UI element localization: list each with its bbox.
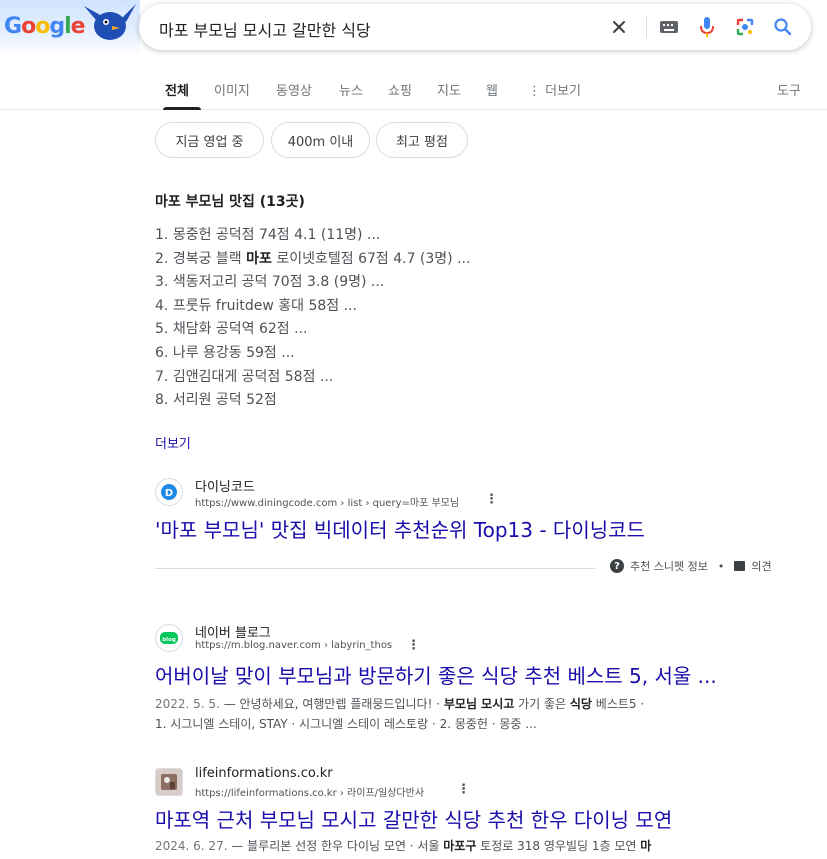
list-number: 4. — [155, 297, 169, 314]
site-name[interactable]: 다이닝코드 — [195, 476, 255, 495]
desc-text: 가기 좋은 — [514, 697, 570, 711]
list-number: 1. — [155, 227, 169, 243]
list-number: 5. — [155, 321, 169, 338]
separator-dot: • — [717, 559, 725, 573]
list-item: 2. 경복궁 블랙 마포 로이넷호텔점 67점 4.7 (3명) ... — [155, 248, 470, 272]
list-text: 경복궁 블랙 — [172, 250, 247, 267]
divider — [155, 568, 595, 569]
active-tab-indicator — [163, 107, 201, 110]
snippet-info-link[interactable]: 추천 스니펫 정보 — [630, 558, 708, 574]
list-item: 6. 나루 용강동 59점 ... — [155, 342, 470, 366]
list-item: 5. 채담화 공덕역 62점 ... — [155, 318, 470, 342]
list-text: 몽중헌 공덕점 74점 4.1 (11명) ... — [172, 227, 381, 243]
lens-search-icon[interactable] — [731, 13, 759, 41]
result-date: 2022. 5. 5. — [155, 697, 220, 711]
list-text: 서리원 공덕 52점 — [172, 392, 277, 409]
tools-button[interactable]: 도구 — [777, 80, 801, 99]
site-url[interactable]: https://lifeinformations.co.kr › 라이프/일상다… — [195, 784, 424, 799]
tab-shopping[interactable]: 쇼핑 — [388, 80, 412, 99]
lifeinformations-favicon-icon — [155, 768, 183, 796]
list-number: 7. — [155, 368, 169, 385]
desc-bold: 식당 — [569, 697, 592, 711]
list-text: 김앤김대게 공덕점 58점 ... — [172, 368, 334, 385]
tab-images[interactable]: 이미지 — [214, 80, 250, 99]
list-number: 3. — [155, 274, 169, 291]
logo-text: Google — [4, 14, 86, 39]
chip-open-now[interactable]: 지금 영업 중 — [155, 122, 264, 158]
desc-text: — 블루리본 선정 한우 다이닝 모연 · 서울 — [227, 839, 444, 853]
site-url[interactable]: https://www.diningcode.com › list › quer… — [195, 494, 459, 509]
more-options-icon[interactable]: ⋮ — [485, 492, 498, 507]
tab-videos[interactable]: 동영상 — [276, 80, 312, 99]
search-box[interactable]: 마포 부모님 모시고 갈만한 식당 — [139, 4, 811, 50]
desc-bold: 마 — [640, 839, 652, 853]
snippet-feedback: ? 추천 스니펫 정보 • 의견 — [610, 558, 772, 574]
site-name[interactable]: lifeinformations.co.kr — [195, 766, 333, 781]
chip-top-rated[interactable]: 최고 평점 — [376, 122, 468, 158]
feedback-icon — [734, 561, 746, 571]
doodle-bird-icon — [84, 4, 136, 40]
search-icon[interactable] — [769, 13, 797, 41]
tab-maps[interactable]: 지도 — [437, 80, 461, 99]
site-name[interactable]: 네이버 블로그 — [195, 622, 271, 641]
list-item: 3. 색동저고리 공덕 70점 3.8 (9명) ... — [155, 271, 470, 295]
clear-search-icon[interactable] — [605, 13, 633, 41]
diningcode-favicon-icon: D — [155, 478, 183, 506]
feedback-link[interactable]: 의견 — [751, 558, 771, 574]
more-options-icon[interactable]: ⋮ — [457, 782, 470, 797]
list-item: 8. 서리원 공덕 52점 — [155, 389, 470, 413]
list-text: 채담화 공덕역 62점 ... — [172, 321, 308, 338]
tab-all[interactable]: 전체 — [165, 80, 189, 99]
result-title[interactable]: '마포 부모님' 맛집 빅데이터 추천순위 Top13 - 다이닝코드 — [155, 514, 645, 543]
keyboard-icon[interactable] — [655, 13, 683, 41]
desc-text: — 안녕하세요, 여행만렙 플래뭉드입니다! · — [219, 697, 444, 711]
result-description: 2024. 6. 27. — 블루리본 선정 한우 다이닝 모연 · 서울 마포… — [155, 836, 651, 856]
desc-bold: 부모님 모시고 — [443, 697, 515, 711]
google-doodle-logo[interactable]: Google — [0, 0, 140, 56]
search-tabs: 전체 이미지 동영상 뉴스 쇼핑 지도 웹 ⋮ 더보기 도구 — [0, 70, 827, 110]
list-text: 색동저고리 공덕 70점 3.8 (9명) ... — [172, 274, 385, 291]
more-link[interactable]: 더보기 — [155, 433, 191, 452]
desc-text: 토정로 318 영우빌딩 1층 모연 — [476, 839, 641, 853]
list-number: 6. — [155, 344, 169, 361]
list-item: 7. 김앤김대게 공덕점 58점 ... — [155, 366, 470, 390]
list-number: 8. — [155, 392, 169, 409]
result-description: 2022. 5. 5. — 안녕하세요, 여행만렙 플래뭉드입니다! · 부모님… — [155, 694, 644, 714]
desc-text: 베스트5 · — [591, 697, 645, 711]
site-url[interactable]: https://m.blog.naver.com › labyrin_thos — [195, 640, 392, 651]
list-item: 1. 몽중헌 공덕점 74점 4.1 (11명) ... — [155, 224, 470, 248]
list-text: 로이넷호텔점 67점 4.7 (3명) ... — [271, 250, 471, 267]
search-input[interactable]: 마포 부모님 모시고 갈만한 식당 — [159, 17, 371, 41]
result-title[interactable]: 어버이날 맞이 부모님과 방문하기 좋은 식당 추천 베스트 5, 서울 ... — [155, 660, 717, 689]
snippet-list: 1. 몽중헌 공덕점 74점 4.1 (11명) ... 2. 경복궁 블랙 마… — [155, 224, 470, 413]
top-bar: Google 마포 부모님 모시고 갈만한 식당 — [0, 0, 827, 62]
voice-search-icon[interactable] — [693, 13, 721, 41]
tab-web[interactable]: 웹 — [486, 80, 498, 99]
list-text: 나루 용강동 59점 ... — [172, 344, 295, 361]
desc-bold: 마포구 — [443, 839, 477, 853]
help-icon: ? — [610, 559, 624, 573]
list-number: 2. — [155, 250, 169, 267]
snippet-title: 마포 부모님 맛집 (13곳) — [155, 194, 305, 210]
tab-more[interactable]: ⋮ 더보기 — [528, 80, 581, 99]
tab-news[interactable]: 뉴스 — [339, 80, 363, 99]
result-date: 2024. 6. 27. — [155, 839, 228, 853]
chip-within-400m[interactable]: 400m 이내 — [271, 122, 370, 158]
result-title[interactable]: 마포역 근처 부모님 모시고 갈만한 식당 추천 한우 다이닝 모연 — [155, 804, 672, 833]
result-description-line2: 1. 시그니엘 스테이, STAY · 시그니엘 스테이 레스토랑 · 2. 몽… — [155, 717, 537, 731]
svg-text:D: D — [165, 488, 173, 499]
list-text: 프룻듀 fruitdew 홍대 58점 ... — [172, 297, 357, 314]
search-divider — [646, 16, 647, 38]
more-options-icon[interactable]: ⋮ — [407, 638, 420, 653]
list-text-bold: 마포 — [246, 250, 272, 267]
list-item: 4. 프룻듀 fruitdew 홍대 58점 ... — [155, 295, 470, 319]
svg-text:blog: blog — [162, 637, 176, 643]
naver-blog-favicon-icon: blog — [155, 624, 183, 652]
